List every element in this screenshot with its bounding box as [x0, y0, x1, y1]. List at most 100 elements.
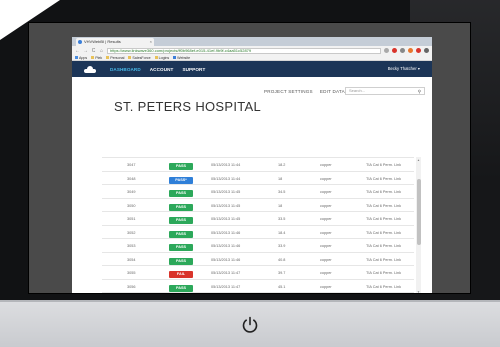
status-badge: PASS [169, 244, 193, 251]
table-row[interactable]: 3053 05/13/2013 11:46 33.9 copper TIA Cat 6 … [102, 238, 414, 252]
extension-red2-icon[interactable] [416, 48, 421, 53]
table-row[interactable]: 3048 05/13/2013 11:44 18 copper TIA Cat 6 Pe… [102, 170, 414, 185]
cell-procedure: TIA Cat 6 Perm. Link [366, 217, 402, 221]
status-badge: PASS [169, 230, 193, 238]
cell-value: 45.1 [278, 284, 286, 289]
bookmark-website[interactable]: Website [173, 56, 190, 60]
close-tab-icon[interactable]: × [150, 38, 152, 46]
app-navbar: DASHBOARD ACCOUNT SUPPORT Becky Thatcher… [72, 61, 432, 77]
cell-material: copper [320, 230, 332, 235]
forward-icon[interactable]: → [83, 48, 88, 54]
cell-id: 3049 [127, 190, 136, 194]
table-row[interactable]: 305705/13/2013 11:4841.2copperTIA Cat 6 … [102, 292, 414, 293]
cell-procedure: TIA Cat 6 Perm. Link [366, 230, 402, 235]
cloud-logo-icon[interactable] [84, 65, 96, 73]
apps-icon [75, 56, 78, 59]
nav-account[interactable]: ACCOUNT [150, 67, 174, 72]
browser-tab-bar: VHVWebBI | Results × [72, 37, 432, 46]
back-icon[interactable]: ← [75, 48, 80, 54]
extension-red-icon[interactable] [392, 48, 397, 53]
status-badge: PASS [169, 284, 193, 292]
extension-orange-icon[interactable] [408, 48, 413, 53]
bookmark-salesforce[interactable]: SalesForce [128, 56, 151, 60]
search-icon[interactable]: ⚲ [418, 89, 421, 95]
cell-date: 05/13/2013 11:45 [211, 203, 241, 208]
table-row[interactable]: 3055 05/13/2013 11:47 39.7 copper TIA Cat 6 … [102, 265, 414, 279]
table-row[interactable]: 3056 05/13/2013 11:47 45.1 copper TIA Cat 6 … [102, 278, 414, 293]
cell-material: copper [320, 271, 332, 275]
status-badge: PASS [169, 217, 193, 224]
cell-id: 3048 [127, 176, 136, 181]
cell-material: copper [320, 176, 332, 181]
bookmark-personal[interactable]: Personal [106, 56, 124, 60]
table-row[interactable]: 3047 05/13/2013 11:44 18.2 copper TIA Cat 6 … [102, 157, 414, 171]
power-icon[interactable] [240, 315, 260, 335]
search-input[interactable]: Search... ⚲ [345, 87, 425, 95]
folder-icon [91, 56, 95, 59]
cell-date: 05/13/2013 11:44 [211, 163, 241, 167]
table-row[interactable]: 3050 05/13/2013 11:45 18 copper TIA Cat 6 Pe… [102, 197, 414, 212]
page-title: ST. PETERS HOSPITAL [114, 99, 262, 114]
address-bar-row: ← → C ⌂ https://www.linkwave360.com/proj… [72, 46, 432, 55]
reload-icon[interactable]: C [91, 48, 96, 54]
search-placeholder: Search... [349, 88, 366, 93]
cell-date: 05/13/2013 11:45 [211, 217, 241, 221]
zoom-icon[interactable] [384, 48, 389, 53]
bookmark-plek[interactable]: Plek [91, 56, 102, 60]
browser-window: VHVWebBI | Results × ← → C ⌂ https://www… [72, 37, 432, 293]
edit-data-link[interactable]: EDIT DATA [320, 89, 345, 94]
cell-id: 3052 [127, 230, 136, 235]
status-badge: PASS [169, 190, 193, 197]
tab-title: VHVWebBI | Results [84, 39, 121, 44]
nav-dashboard[interactable]: DASHBOARD [110, 67, 141, 72]
extension-grey-icon[interactable] [400, 48, 405, 53]
status-badge: FAIL [169, 271, 193, 278]
cell-value: 18 [278, 203, 283, 208]
cell-date: 05/13/2013 11:44 [211, 176, 241, 181]
user-menu[interactable]: Becky Thatcher ▾ [388, 66, 420, 71]
status-badge: PASS [169, 163, 193, 170]
cell-value: 40.8 [278, 257, 286, 262]
project-settings-link[interactable]: PROJECT SETTINGS [264, 89, 313, 94]
tablet-screen: VHVWebBI | Results × ← → C ⌂ https://www… [28, 22, 471, 294]
cell-material: copper [320, 257, 332, 262]
cell-procedure: TIA Cat 6 Perm. Link [366, 271, 402, 275]
cell-id: 3055 [127, 271, 136, 275]
favicon-icon [78, 40, 82, 44]
status-badge: PASS [169, 203, 193, 211]
cell-id: 3056 [127, 284, 136, 289]
tablet-bezel: VHVWebBI | Results × ← → C ⌂ https://www… [0, 0, 500, 300]
table-row[interactable]: 3049 05/13/2013 11:45 34.5 copper TIA Cat 6 … [102, 184, 414, 198]
cell-id: 3053 [127, 244, 136, 248]
scroll-down-icon[interactable]: ▼ [416, 290, 421, 293]
table-row[interactable]: 3054 05/13/2013 11:46 40.8 copper TIA Cat 6 … [102, 251, 414, 266]
status-badge: PASS* [169, 176, 193, 184]
scrollbar-thumb[interactable] [416, 179, 421, 245]
bookmark-logins[interactable]: Logins [154, 56, 169, 60]
cell-procedure: TIA Cat 6 Perm. Link [366, 244, 402, 248]
cell-date: 05/13/2013 11:47 [211, 271, 241, 275]
table-row[interactable]: 3052 05/13/2013 11:46 18.4 copper TIA Cat 6 … [102, 224, 414, 239]
menu-icon[interactable] [424, 48, 429, 53]
cell-id: 3051 [127, 217, 136, 221]
cell-date: 05/13/2013 11:46 [211, 244, 241, 248]
cell-procedure: TIA Cat 6 Perm. Link [366, 203, 402, 208]
table-row[interactable]: 3051 05/13/2013 11:45 33.5 copper TIA Cat 6 … [102, 211, 414, 225]
scroll-up-icon[interactable]: ▲ [416, 158, 421, 162]
nav-support[interactable]: SUPPORT [182, 67, 205, 72]
home-icon[interactable]: ⌂ [99, 48, 104, 54]
project-toolbar: PROJECT SETTINGS EDIT DATA [264, 89, 345, 94]
scrollbar[interactable]: ▲ ▼ [416, 157, 421, 293]
cell-date: 05/13/2013 11:45 [211, 190, 241, 194]
cell-material: copper [320, 203, 332, 208]
url-field[interactable]: https://www.linkwave360.com/projects/ff0… [107, 47, 381, 54]
cell-date: 05/13/2013 11:47 [211, 284, 241, 289]
folder-icon [106, 56, 110, 59]
bookmark-apps[interactable]: Apps [75, 56, 87, 60]
cell-procedure: TIA Cat 6 Perm. Link [366, 284, 402, 289]
cell-id: 3054 [127, 257, 136, 262]
cell-id: 3047 [127, 163, 136, 167]
browser-tab[interactable]: VHVWebBI | Results × [76, 38, 154, 46]
cell-value: 33.5 [278, 217, 286, 221]
cell-procedure: TIA Cat 6 Perm. Link [366, 190, 402, 194]
